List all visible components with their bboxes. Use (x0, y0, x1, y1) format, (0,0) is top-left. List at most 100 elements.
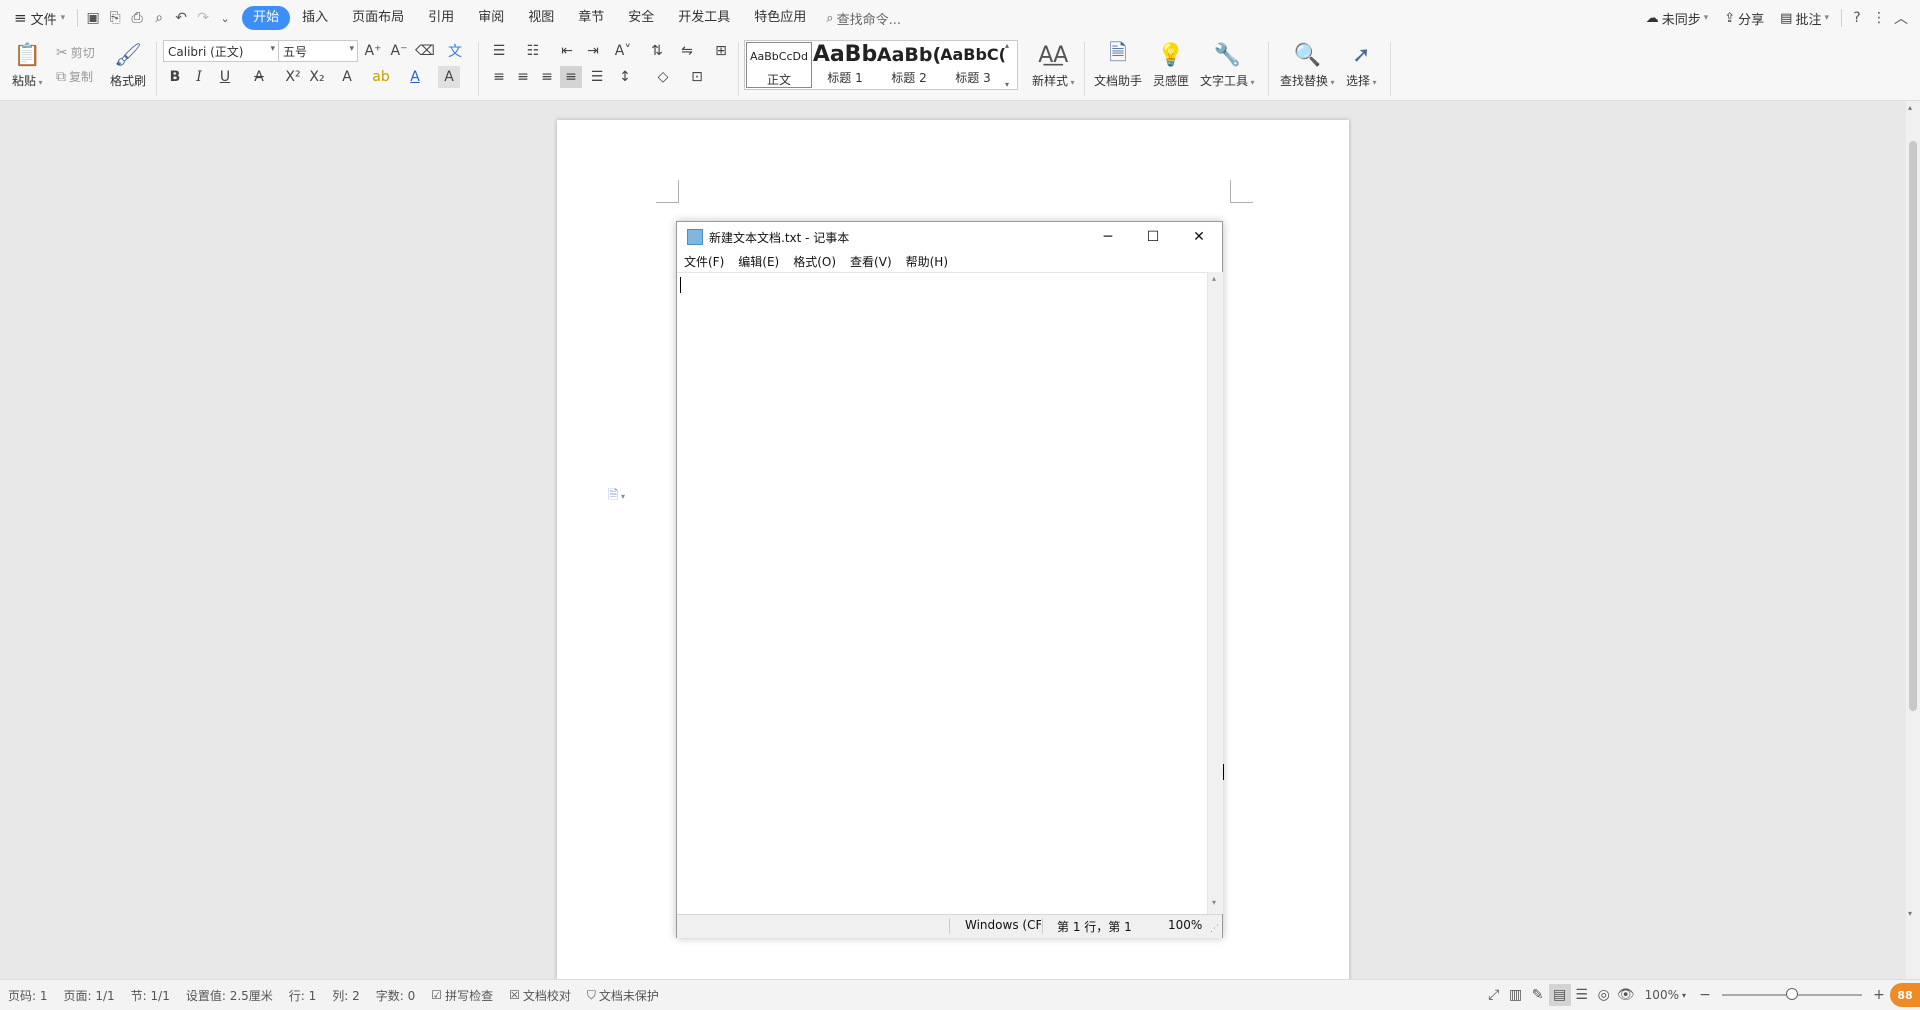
font-size-select[interactable]: 五号 ▾ (278, 40, 358, 62)
distribute-icon[interactable]: ☰ (586, 66, 608, 88)
proofread-button[interactable]: ☒ 文档校对 (501, 987, 579, 1004)
numbered-list-icon[interactable]: ☷ (522, 40, 544, 62)
help-icon[interactable]: ? (1846, 7, 1868, 29)
close-button[interactable]: ✕ (1176, 222, 1222, 252)
styles-scroll[interactable]: ▴ ▾ (1005, 41, 1013, 89)
more-icon[interactable]: ⋮ (1868, 7, 1890, 29)
web-view-icon[interactable]: ◎ (1593, 984, 1615, 1006)
redo-icon[interactable]: ↷ (192, 7, 214, 29)
scroll-down-icon[interactable]: ▾ (1908, 909, 1912, 918)
notepad-menu-edit[interactable]: 编辑(E) (731, 252, 786, 272)
print-preview-icon[interactable]: ⌕ (148, 7, 170, 29)
file-menu[interactable]: ≡ 文件 ▾ (0, 6, 73, 30)
collapse-ribbon-icon[interactable]: ︿ (1890, 7, 1912, 29)
char-shading-icon[interactable]: A (438, 66, 460, 88)
paragraph-options-icon[interactable]: 🗎 ▾ (608, 486, 625, 508)
undo-icon[interactable]: ↶ (170, 7, 192, 29)
page-view-icon[interactable]: ▤ (1548, 984, 1571, 1006)
save-icon[interactable]: ▣ (82, 7, 104, 29)
sync-status-button[interactable]: ☁ 未同步 ▾ (1638, 6, 1717, 30)
customize-icon[interactable]: ⌄ (214, 7, 236, 29)
notepad-text-area[interactable] (677, 272, 1207, 915)
inspiration-button[interactable]: 💡 灵感匣 (1153, 40, 1189, 89)
scroll-down-icon[interactable]: ▾ (1212, 898, 1216, 907)
fill-color-icon[interactable]: ◇ (652, 66, 674, 88)
font-name-select[interactable]: Calibri (正文) ▾ (163, 40, 279, 62)
tab-home[interactable]: 开始 (242, 6, 291, 30)
decrease-indent-icon[interactable]: ⇤ (556, 40, 578, 62)
print-icon[interactable]: ⎙ (126, 7, 148, 29)
status-section[interactable]: 节: 1/1 (123, 987, 178, 1004)
resize-grip-icon[interactable]: ⋰ (1210, 924, 1219, 934)
notepad-menu-help[interactable]: 帮助(H) (899, 252, 955, 272)
comment-button[interactable]: ▤ 批注 ▾ (1772, 6, 1837, 30)
spell-check-button[interactable]: ☑ 拼写检查 (423, 987, 501, 1004)
copy-button[interactable]: ⧉ 复制 (56, 68, 93, 85)
notepad-menu-format[interactable]: 格式(O) (786, 252, 843, 272)
justify-icon[interactable]: ≡ (560, 66, 582, 88)
paste-button[interactable]: 📋 粘贴 ▾ (12, 40, 43, 89)
scrollbar-thumb[interactable] (1909, 141, 1917, 711)
zoom-slider-handle[interactable] (1786, 988, 1798, 1000)
zoom-out-icon[interactable]: − (1694, 984, 1716, 1006)
line-spacing-icon[interactable]: ↕ (614, 66, 636, 88)
notepad-menu-view[interactable]: 查看(V) (843, 252, 899, 272)
export-icon[interactable]: ⎘ (104, 7, 126, 29)
scroll-up-icon[interactable]: ▴ (1212, 274, 1216, 283)
tab-view[interactable]: 视图 (516, 6, 566, 30)
share-button[interactable]: ⇪ 分享 (1716, 6, 1772, 30)
status-page-number[interactable]: 页码: 1 (0, 987, 56, 1004)
tab-page-layout[interactable]: 页面布局 (340, 6, 416, 30)
tab-special[interactable]: 特色应用 (742, 6, 818, 30)
superscript-icon[interactable]: X² (282, 66, 304, 88)
floating-badge[interactable]: 88 (1890, 983, 1920, 1007)
status-pages[interactable]: 页面: 1/1 (56, 987, 123, 1004)
align-center-icon[interactable]: ≡ (512, 66, 534, 88)
highlight-icon[interactable]: ab (370, 66, 392, 88)
eye-protection-icon[interactable]: 👁 (1615, 984, 1637, 1006)
tab-references[interactable]: 引用 (416, 6, 466, 30)
phonetic-guide-icon[interactable]: 文 (444, 40, 466, 62)
command-search[interactable]: ⌕ 查找命令... (818, 6, 909, 30)
bullet-list-icon[interactable]: ☰ (488, 40, 510, 62)
status-column[interactable]: 列: 2 (324, 987, 368, 1004)
text-direction-icon[interactable]: ⇋ (676, 40, 698, 62)
fullscreen-icon[interactable]: ⤢ (1483, 984, 1505, 1006)
italic-icon[interactable]: I (188, 66, 210, 88)
table-icon[interactable]: ⊞ (710, 40, 732, 62)
strikethrough-icon[interactable]: A (248, 66, 270, 88)
tab-section[interactable]: 章节 (566, 6, 616, 30)
new-style-button[interactable]: A͟A 新样式 ▾ (1032, 40, 1075, 89)
status-setting[interactable]: 设置值: 2.5厘米 (178, 987, 281, 1004)
bold-icon[interactable]: B (164, 66, 186, 88)
increase-indent-icon[interactable]: ⇥ (582, 40, 604, 62)
tab-review[interactable]: 审阅 (466, 6, 516, 30)
select-button[interactable]: ➚ 选择 ▾ (1346, 40, 1377, 89)
reading-mode-icon[interactable]: ▥ (1505, 984, 1527, 1006)
find-replace-button[interactable]: 🔍 查找替换 ▾ (1280, 40, 1335, 89)
borders-icon[interactable]: ⊡ (686, 66, 708, 88)
minimize-button[interactable]: ─ (1085, 222, 1131, 252)
sort-icon[interactable]: ⇅ (646, 40, 668, 62)
scroll-up-icon[interactable]: ▴ (1908, 103, 1912, 112)
status-word-count[interactable]: 字数: 0 (368, 987, 424, 1004)
align-right-icon[interactable]: ≡ (536, 66, 558, 88)
notepad-scrollbar[interactable]: ▴ ▾ (1207, 272, 1223, 914)
format-painter-button[interactable]: 🖌 格式刷 (110, 40, 146, 89)
shrink-font-icon[interactable]: A⁻ (388, 40, 410, 62)
underline-icon[interactable]: U (214, 66, 236, 88)
style-heading-2[interactable]: AaBb( 标题 2 (877, 41, 941, 89)
notepad-menu-file[interactable]: 文件(F) (677, 252, 731, 272)
status-row[interactable]: 行: 1 (281, 987, 325, 1004)
zoom-slider[interactable] (1722, 988, 1862, 1000)
tab-developer[interactable]: 开发工具 (666, 6, 742, 30)
cut-button[interactable]: ✂ 剪切 (56, 44, 95, 61)
tab-insert[interactable]: 插入 (290, 6, 340, 30)
outline-view-icon[interactable]: ☰ (1571, 984, 1593, 1006)
tab-security[interactable]: 安全 (616, 6, 666, 30)
change-case-icon[interactable]: A˅ (612, 40, 634, 62)
zoom-level[interactable]: 100% ▾ (1637, 988, 1694, 1002)
edit-mode-icon[interactable]: ✎ (1527, 984, 1549, 1006)
style-heading-3[interactable]: AaBbC( 标题 3 (941, 41, 1005, 89)
clear-format-icon[interactable]: ⌫ (414, 40, 436, 62)
